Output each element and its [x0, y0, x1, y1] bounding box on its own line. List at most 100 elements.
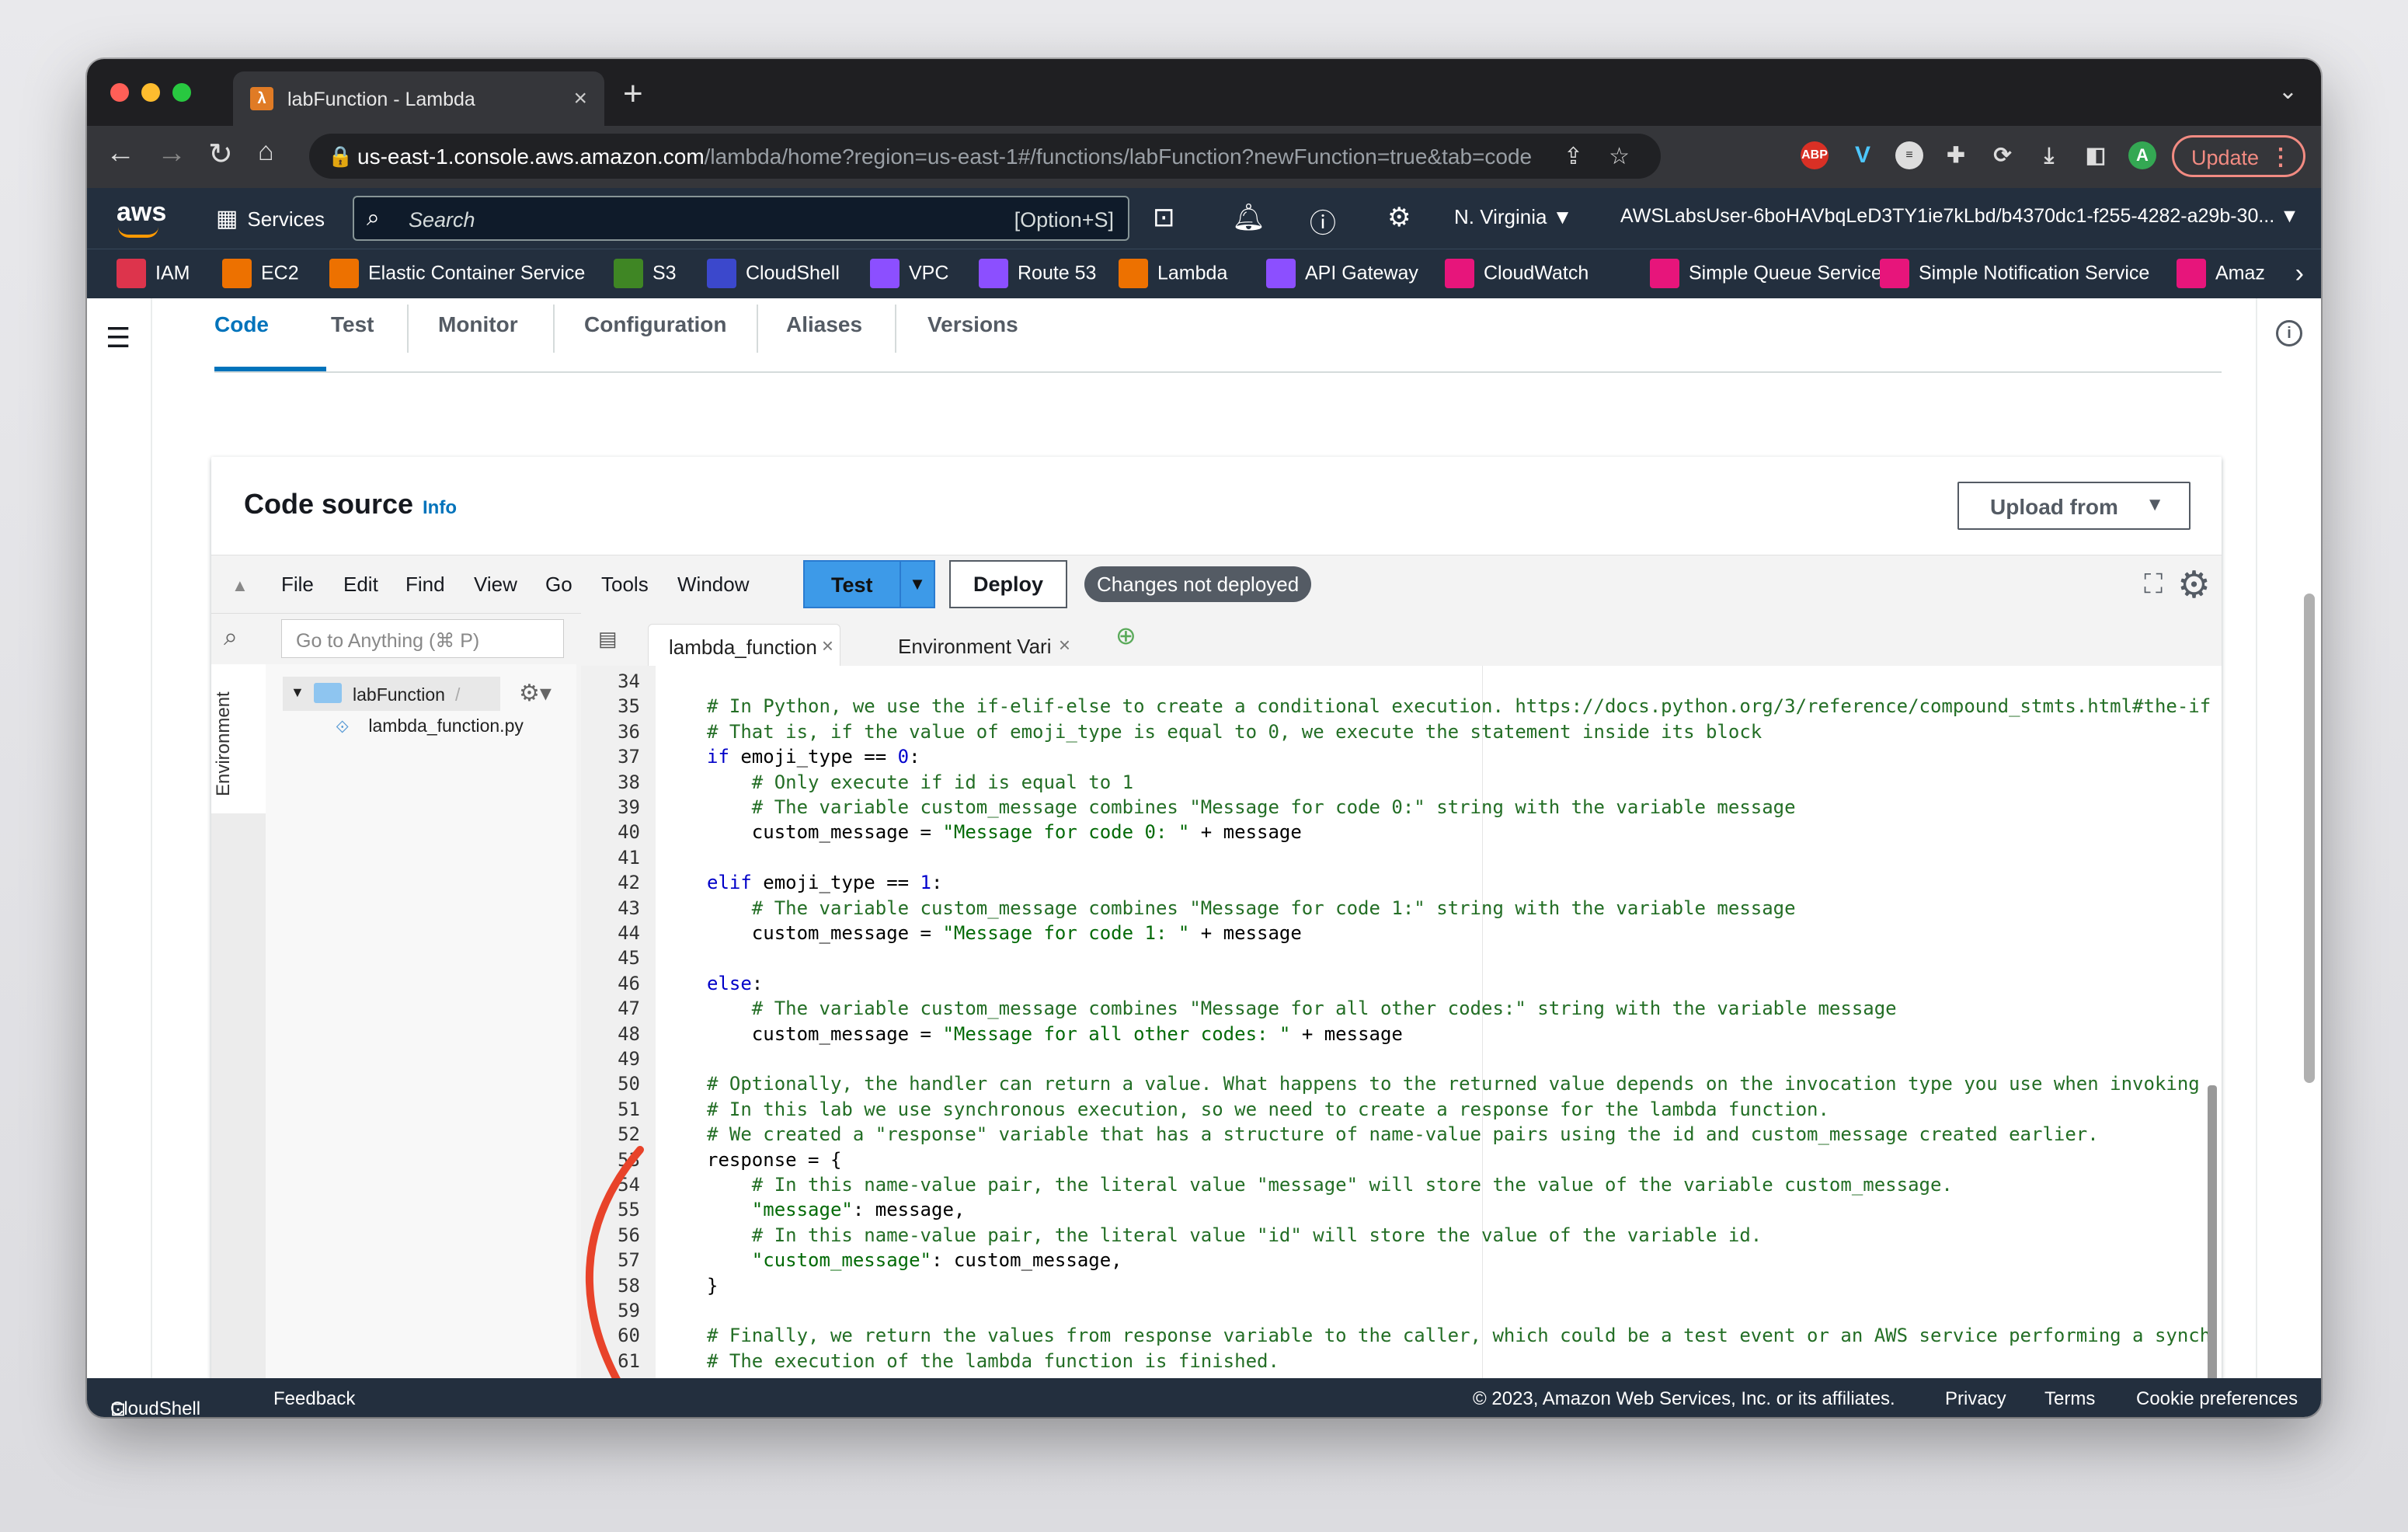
environment-label[interactable]: Environment [213, 691, 235, 796]
account-menu[interactable]: AWSLabsUser-6boHAVbqLeD3TY1ie7kLbd/b4370… [1620, 205, 2299, 228]
favorite-label: CloudShell [746, 262, 840, 284]
editor-tab-lambda-function[interactable]: lambda_function × [648, 624, 840, 667]
menu-tools[interactable]: Tools [601, 573, 649, 597]
favorite-elastic-container-service[interactable]: Elastic Container Service [329, 259, 585, 290]
file-row[interactable]: ⟐ lambda_function.py [336, 716, 524, 737]
favorite-simple-notification-service[interactable]: Simple Notification Service [1880, 259, 2149, 290]
region-selector[interactable]: N. Virginia ▼ [1454, 205, 1572, 229]
editor-tab-environment-variables[interactable]: Environment Vari × [878, 624, 1080, 666]
tab-versions[interactable]: Versions [927, 312, 1018, 337]
update-button[interactable]: Update ⋮ [2172, 135, 2305, 177]
test-dropdown-icon[interactable]: ▼ [900, 562, 934, 607]
search-placeholder: Search [409, 208, 475, 232]
favorite-vpc[interactable]: VPC [870, 259, 948, 290]
services-menu[interactable]: ▦ Services [216, 205, 325, 232]
test-button[interactable]: Test ▼ [803, 560, 935, 608]
profile-avatar[interactable]: A [2128, 141, 2156, 169]
bookmark-star-icon[interactable]: ☆ [1609, 143, 1630, 170]
new-tab-button[interactable]: + [623, 75, 643, 113]
go-to-anything-input[interactable]: Go to Anything (⌘ P) [281, 619, 564, 658]
menu-file[interactable]: File [281, 573, 314, 597]
home-icon[interactable]: ⌂ [258, 137, 274, 167]
menu-find[interactable]: Find [405, 573, 445, 597]
favorite-lambda[interactable]: Lambda [1119, 259, 1227, 290]
menu-edit[interactable]: Edit [343, 573, 378, 597]
service-icon [1880, 259, 1909, 288]
menu-view[interactable]: View [474, 573, 517, 597]
adblock-extension-icon[interactable]: ABP [1801, 141, 1829, 169]
favorite-ec2[interactable]: EC2 [222, 259, 299, 290]
collapse-triangle-icon[interactable]: ▲ [231, 576, 249, 596]
reload-icon[interactable]: ↻ [208, 137, 233, 172]
service-icon [2177, 259, 2206, 288]
tab-monitor[interactable]: Monitor [438, 312, 518, 337]
minimize-window-button[interactable] [141, 83, 160, 102]
zoom-window-button[interactable] [172, 83, 191, 102]
favorite-s3[interactable]: S3 [614, 259, 677, 290]
favorites-scroll-chevron-icon[interactable]: › [2295, 259, 2304, 289]
close-window-button[interactable] [110, 83, 129, 102]
help-icon[interactable]: ⓘ [1310, 202, 1336, 240]
footer-copyright: © 2023, Amazon Web Services, Inc. or its… [1473, 1388, 1895, 1409]
expand-arrow-icon[interactable]: ▼ [291, 684, 304, 701]
browser-tab[interactable]: λ labFunction - Lambda × [233, 71, 604, 126]
page-scrollbar[interactable] [2304, 594, 2315, 1083]
cloudshell-icon[interactable]: ⊡ [1153, 202, 1175, 233]
download-icon[interactable]: ⤓ [2035, 141, 2063, 169]
ide-settings-gear-icon[interactable]: ⚙ [2177, 563, 2211, 607]
menu-window[interactable]: Window [677, 573, 749, 597]
list-extension-icon[interactable]: ≡ [1895, 141, 1923, 169]
aws-search-input[interactable]: ⌕ Search [Option+S] [353, 196, 1129, 241]
favorite-simple-queue-service[interactable]: Simple Queue Service [1650, 259, 1882, 290]
info-link[interactable]: Info [423, 497, 457, 519]
tab-code[interactable]: Code [214, 312, 269, 337]
left-rail: ☰ [87, 298, 152, 1378]
side-panel-icon[interactable]: ◧ [2082, 141, 2110, 169]
settings-gear-icon[interactable]: ⚙ [1387, 202, 1411, 233]
hamburger-menu-icon[interactable]: ☰ [106, 322, 130, 354]
tab-configuration[interactable]: Configuration [584, 312, 727, 337]
puzzle-extensions-icon[interactable]: ✚ [1942, 141, 1970, 169]
tab-list-icon[interactable]: ▤ [598, 627, 618, 651]
favorite-amaz[interactable]: Amaz [2177, 259, 2265, 290]
menu-go[interactable]: Go [545, 573, 572, 597]
deploy-button[interactable]: Deploy [949, 560, 1067, 608]
favorite-cloudwatch[interactable]: CloudWatch [1445, 259, 1589, 290]
add-tab-icon[interactable]: ⊕ [1115, 621, 1136, 650]
footer-terms[interactable]: Terms [2044, 1388, 2095, 1410]
favorite-label: VPC [909, 262, 949, 284]
close-tab-icon[interactable]: × [822, 634, 833, 658]
favorite-route-53[interactable]: Route 53 [979, 259, 1096, 290]
aws-logo[interactable]: aws [117, 197, 166, 228]
back-icon[interactable]: ← [106, 137, 135, 170]
close-tab-icon[interactable]: × [1059, 633, 1070, 657]
forward-icon[interactable]: → [157, 137, 186, 170]
code-editor[interactable]: 34 35 # In Python, we use the if-elif-else… [581, 666, 2222, 1390]
footer-feedback[interactable]: Feedback [273, 1388, 355, 1410]
folder-row[interactable]: ▼ labFunction / [283, 677, 500, 711]
line-number: 43 [618, 897, 640, 919]
sync-extension-icon[interactable]: ⟳ [1989, 141, 2017, 169]
info-panel-icon[interactable]: i [2276, 320, 2302, 346]
editor-scrollbar[interactable] [2208, 1085, 2217, 1390]
favorite-iam[interactable]: IAM [117, 259, 190, 290]
close-tab-icon[interactable]: × [573, 85, 587, 112]
footer-cookie-preferences[interactable]: Cookie preferences [2136, 1388, 2298, 1410]
tab-aliases[interactable]: Aliases [786, 312, 862, 337]
favorite-api-gateway[interactable]: API Gateway [1266, 259, 1418, 290]
share-icon[interactable]: ⇪ [1564, 143, 1583, 170]
footer-privacy[interactable]: Privacy [1945, 1388, 2006, 1410]
code-line: # The variable custom_message combines "… [707, 796, 1796, 818]
active-tab-underline [214, 367, 326, 371]
tab-test[interactable]: Test [331, 312, 374, 337]
address-bar[interactable]: 🔒 us-east-1.console.aws.amazon.com/lambd… [309, 134, 1661, 179]
notifications-bell-icon[interactable]: 🔔︎ [1232, 202, 1265, 233]
tab-search-chevron-icon[interactable]: ⌄ [2278, 78, 2298, 105]
tree-settings-gear-icon[interactable]: ⚙▾ [519, 680, 552, 707]
upload-from-button[interactable]: Upload from ▼ [1957, 482, 2191, 530]
more-menu-icon: ⋮ [2269, 144, 2292, 170]
lock-icon: 🔒 [328, 144, 353, 168]
fullscreen-icon[interactable]: ⛶ [2144, 569, 2163, 600]
favorite-cloudshell[interactable]: CloudShell [707, 259, 840, 290]
vimeo-extension-icon[interactable]: V [1849, 141, 1877, 169]
